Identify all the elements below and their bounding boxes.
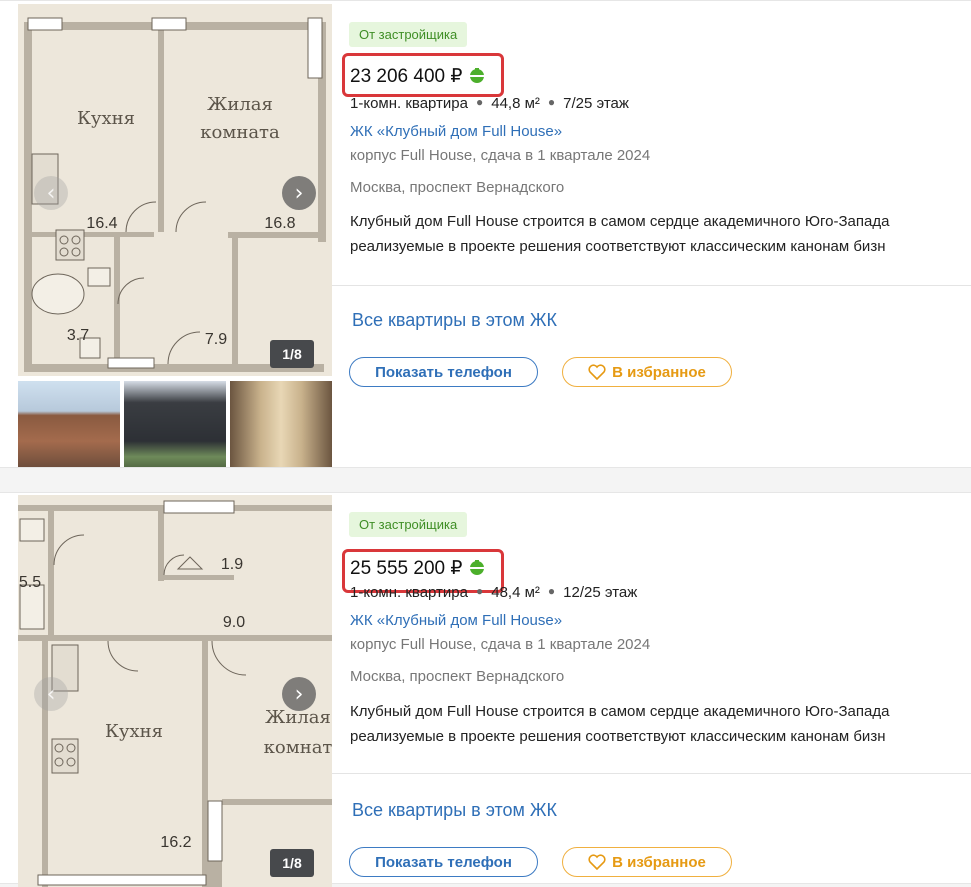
show-phone-button[interactable]: Показать телефон (349, 847, 538, 877)
price-row: 23 206 400 ₽ (350, 65, 486, 88)
separator-dot: ● (547, 584, 556, 598)
plan-label-kitchen: Кухня (77, 108, 135, 129)
plan-area-bath: 3.7 (67, 327, 89, 344)
floor-text: 12/25 этаж (563, 584, 638, 601)
listing-card: 5.5 1.9 9.0 Кухня Жилая комнат 16.2 ‹ › … (0, 492, 971, 887)
add-favorite-button[interactable]: В избранное (562, 847, 732, 877)
description-line: Клубный дом Full House строится в самом … (350, 703, 890, 720)
chevron-right-icon: › (294, 681, 304, 707)
developer-helmet-icon (470, 560, 485, 575)
separator-dot: ● (476, 584, 484, 598)
divider (332, 285, 971, 286)
plan-area-hall: 7.9 (205, 331, 227, 348)
description-line: реализуемые в проекте решения соответств… (350, 728, 886, 745)
separator-dot: ● (547, 95, 556, 109)
gallery-next-button[interactable]: › (282, 176, 316, 210)
listing-card: Кухня Жилая комната 16.4 16.8 3.7 7.9 ‹ … (0, 0, 971, 468)
floor-plan-image[interactable]: Кухня Жилая комната 16.4 16.8 3.7 7.9 ‹ … (18, 4, 332, 376)
add-favorite-button[interactable]: В избранное (562, 357, 732, 387)
thumbnail-strip (18, 381, 332, 467)
apartment-params: 1-комн. квартира ● 48,4 м² ● 12/25 этаж (350, 584, 637, 601)
plan-label-living-2: комната (200, 122, 280, 143)
floor-text: 7/25 этаж (563, 95, 629, 112)
all-flats-link[interactable]: Все квартиры в этом ЖК (352, 800, 557, 821)
description: Клубный дом Full House строится в самом … (350, 699, 971, 749)
show-phone-button[interactable]: Показать телефон (349, 357, 538, 387)
plan-label-kitchen: Кухня (105, 721, 163, 742)
thumbnail-building-1[interactable] (18, 381, 120, 467)
area-text: 48,4 м² (491, 584, 540, 601)
plan-area-closet: 1.9 (221, 556, 243, 573)
area-text: 44,8 м² (491, 95, 540, 112)
price-row: 25 555 200 ₽ (350, 557, 486, 580)
plan-area-living: 16.8 (264, 215, 295, 232)
divider (332, 773, 971, 774)
chevron-right-icon: › (294, 180, 304, 206)
building-info: корпус Full House, сдача в 1 квартале 20… (350, 636, 651, 653)
description-line: Клубный дом Full House строится в самом … (350, 213, 890, 230)
all-flats-link[interactable]: Все квартиры в этом ЖК (352, 310, 557, 331)
rooms-text: 1-комн. квартира (350, 95, 468, 112)
price-value: 23 206 400 ₽ (350, 66, 463, 87)
chevron-left-icon: ‹ (46, 681, 56, 707)
chevron-left-icon: ‹ (46, 180, 56, 206)
plan-area-bath: 5.5 (19, 574, 41, 591)
separator-dot: ● (476, 95, 484, 109)
favorite-label: В избранное (612, 363, 706, 381)
heart-icon (588, 854, 606, 870)
favorite-label: В избранное (612, 853, 706, 871)
plan-area-kitchen: 16.4 (86, 215, 117, 232)
developer-helmet-icon (470, 68, 485, 83)
complex-link[interactable]: ЖК «Клубный дом Full House» (350, 123, 562, 140)
plan-label-living-2: комнат (264, 737, 332, 758)
description-line: реализуемые в проекте решения соответств… (350, 238, 886, 255)
price-value: 25 555 200 ₽ (350, 558, 463, 579)
thumbnail-building-2[interactable] (124, 381, 226, 467)
apartment-params: 1-комн. квартира ● 44,8 м² ● 7/25 этаж (350, 95, 629, 112)
description: Клубный дом Full House строится в самом … (350, 209, 971, 259)
plan-area-kitchen: 16.2 (160, 834, 191, 851)
plan-area-hall: 9.0 (223, 614, 245, 631)
address-text[interactable]: Москва, проспект Вернадского (350, 179, 564, 196)
gallery-prev-button[interactable]: ‹ (34, 677, 68, 711)
thumbnail-lobby[interactable] (230, 381, 332, 467)
gallery-next-button[interactable]: › (282, 677, 316, 711)
gallery-prev-button[interactable]: ‹ (34, 176, 68, 210)
developer-badge: От застройщика (349, 512, 468, 537)
photo-counter: 1/8 (270, 849, 314, 877)
rooms-text: 1-комн. квартира (350, 584, 468, 601)
complex-link[interactable]: ЖК «Клубный дом Full House» (350, 612, 562, 629)
floor-plan-image[interactable]: 5.5 1.9 9.0 Кухня Жилая комнат 16.2 ‹ › … (18, 495, 332, 887)
address-text[interactable]: Москва, проспект Вернадского (350, 668, 564, 685)
building-info: корпус Full House, сдача в 1 квартале 20… (350, 147, 651, 164)
photo-counter: 1/8 (270, 340, 314, 368)
plan-label-living-1: Жилая (207, 94, 273, 115)
heart-icon (588, 364, 606, 380)
developer-badge: От застройщика (349, 22, 468, 47)
